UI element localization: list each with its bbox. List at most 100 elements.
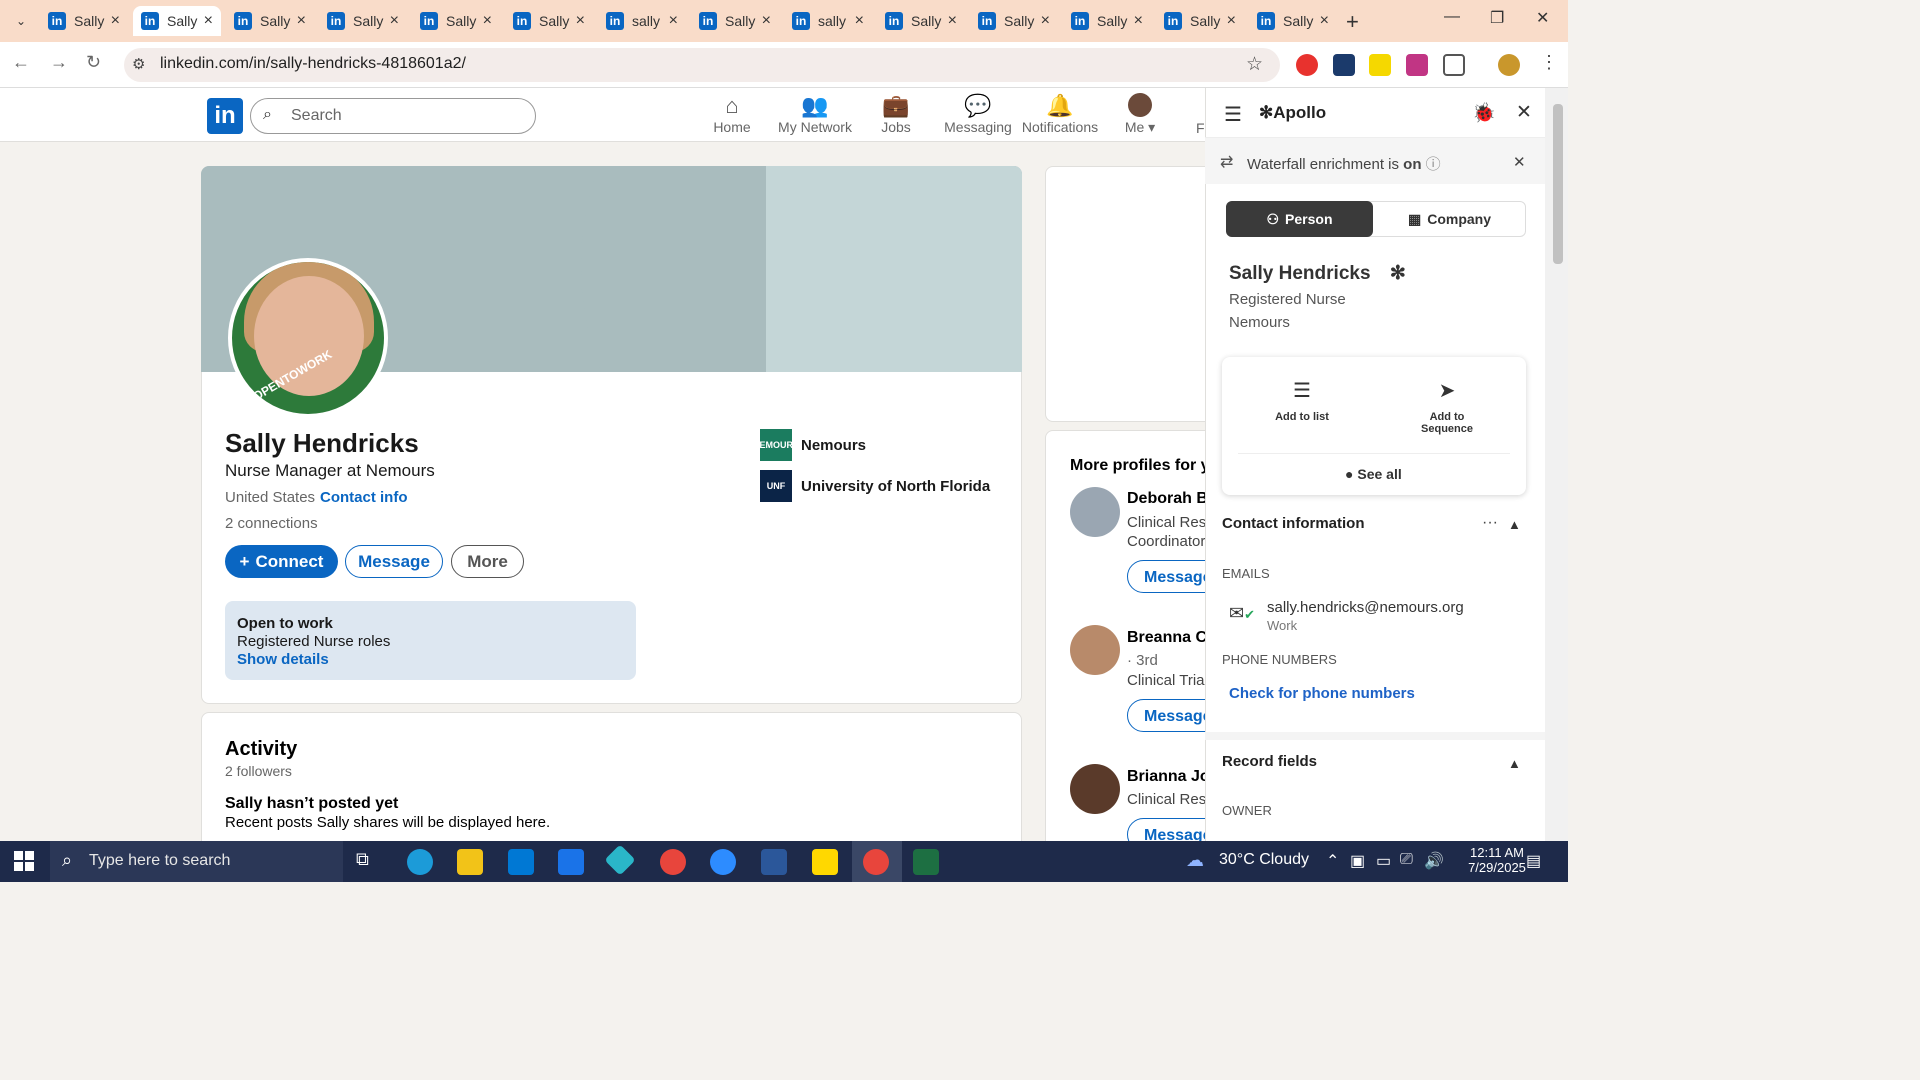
browser-tab[interactable]: in sally × [598,6,686,36]
browser-tab[interactable]: in Sally × [1063,6,1151,36]
close-window-button[interactable]: ✕ [1536,8,1549,28]
bug-icon[interactable]: 🐞 [1472,101,1496,125]
avatar[interactable] [1070,487,1120,537]
check-phone-link[interactable]: Check for phone numbers [1229,685,1415,702]
tab-search-icon[interactable]: ⌄ [10,10,32,32]
excel-icon[interactable] [913,849,939,875]
nav-home[interactable]: ⌂ Home [692,93,772,135]
browser-tab[interactable]: in Sally × [505,6,593,36]
connect-button[interactable]: + Connect [225,545,338,578]
tab-close-icon[interactable]: × [390,12,399,30]
nav-me[interactable]: Me ▾ [1100,93,1180,136]
browser-tab[interactable]: in Sally × [319,6,407,36]
clock[interactable]: 12:11 AM 7/29/2025 [1462,845,1532,875]
nav-jobs[interactable]: 💼 Jobs [856,93,936,135]
nav-my-network[interactable]: 👥 My Network [775,93,855,135]
more-button[interactable]: More [451,545,524,578]
hamburger-icon[interactable]: ☰ [1224,102,1242,127]
collapse-icon[interactable]: ▲ [1508,517,1521,532]
more-options-icon[interactable]: ··· [1482,514,1498,532]
close-icon[interactable]: ✕ [1516,101,1532,124]
tab-close-icon[interactable]: × [1320,12,1329,30]
tab-close-icon[interactable]: × [1227,12,1236,30]
extension-icon[interactable] [1333,54,1355,76]
browser-tab[interactable]: in Sally × [40,6,128,36]
back-icon[interactable]: ← [12,52,30,73]
tab-close-icon[interactable]: × [483,12,492,30]
profile-avatar-icon[interactable] [1498,54,1520,76]
extension-icon[interactable] [1406,54,1428,76]
chrome-icon[interactable] [863,849,889,875]
search-input[interactable]: ⌕ Search [250,98,536,134]
site-info-icon[interactable]: ⚙ [132,55,145,73]
mail-icon[interactable] [558,849,584,875]
edge-icon[interactable] [407,849,433,875]
collapse-icon[interactable]: ▲ [1508,756,1521,771]
file-explorer-icon[interactable] [457,849,483,875]
browser-tab[interactable]: in Sally × [226,6,314,36]
tab-close-icon[interactable]: × [576,12,585,30]
org-unf[interactable]: UNF University of North Florida [760,470,990,502]
email-value[interactable]: sally.hendricks@nemours.org [1267,599,1464,616]
weather-icon[interactable]: ☁ [1186,850,1204,871]
browser-tab[interactable]: in Sally × [133,6,221,36]
forward-icon[interactable]: → [50,52,68,73]
reload-icon[interactable]: ↻ [86,52,101,73]
tab-close-icon[interactable]: × [297,12,306,30]
word-icon[interactable] [761,849,787,875]
extension-icon[interactable] [1296,54,1318,76]
browser-tab[interactable]: in Sally × [691,6,779,36]
tab-close-icon[interactable]: × [855,12,864,30]
menu-kebab-icon[interactable]: ⋮ [1540,52,1558,73]
tab-close-icon[interactable]: × [204,12,213,30]
add-to-list-button[interactable]: ☰ Add to list [1262,378,1342,423]
contact-info-link[interactable]: Contact info [320,489,408,506]
zoom-icon[interactable] [710,849,736,875]
tab-close-icon[interactable]: × [111,12,120,30]
see-all-button[interactable]: ● See all [1345,466,1402,482]
windows-start-icon[interactable] [14,851,34,871]
show-details-link[interactable]: Show details [237,651,329,668]
store-icon[interactable] [508,849,534,875]
nav-notifications[interactable]: 🔔 Notifications [1020,93,1100,135]
chrome-icon[interactable] [660,849,686,875]
close-banner-icon[interactable]: ✕ [1513,153,1526,171]
tab-close-icon[interactable]: × [669,12,678,30]
task-view-icon[interactable]: ⧉ [356,849,382,875]
browser-tab[interactable]: in Sally × [877,6,965,36]
browser-tab[interactable]: in sally × [784,6,872,36]
tab-close-icon[interactable]: × [948,12,957,30]
avatar[interactable] [1070,625,1120,675]
browser-tab[interactable]: in Sally × [1249,6,1337,36]
browser-tab[interactable]: in Sally × [1156,6,1244,36]
browser-tab[interactable]: in Sally × [970,6,1058,36]
browser-tab[interactable]: in Sally × [412,6,500,36]
linkedin-logo[interactable]: in [207,98,243,134]
minimize-button[interactable]: — [1444,8,1460,26]
tray-chevron-icon[interactable]: ⌃ [1326,851,1339,871]
volume-icon[interactable]: 🔊 [1424,851,1444,871]
profile-suggestion-name[interactable]: Deborah B [1127,490,1208,508]
new-tab-button[interactable]: + [1346,9,1359,35]
tab-close-icon[interactable]: × [1134,12,1143,30]
url-text[interactable]: linkedin.com/in/sally-hendricks-4818601a… [160,55,466,73]
network-icon[interactable]: ⎚ [1400,851,1413,869]
profile-photo[interactable]: #OPENTOWORK [228,258,388,418]
taskbar-search[interactable]: ⌕ Type here to search [50,841,343,882]
scrollbar-thumb[interactable] [1553,104,1563,264]
message-button[interactable]: Message [345,545,443,578]
tab-close-icon[interactable]: × [1041,12,1050,30]
profile-suggestion-name[interactable]: Brianna Jo [1127,768,1210,786]
maximize-button[interactable]: ❐ [1490,8,1504,28]
org-nemours[interactable]: NEMOURS Nemours [753,429,866,461]
nav-messaging[interactable]: 💬 Messaging [938,93,1018,135]
tab-company[interactable]: ▦ Company [1373,201,1526,237]
bookmark-star-icon[interactable]: ☆ [1246,53,1263,76]
tab-close-icon[interactable]: × [762,12,771,30]
avatar[interactable] [1070,764,1120,814]
battery-icon[interactable]: ▭ [1376,851,1391,871]
apollo-extension-icon[interactable] [1369,54,1391,76]
tray-app-icon[interactable]: ▣ [1350,851,1365,871]
sticky-notes-icon[interactable] [812,849,838,875]
weather-text[interactable]: 30°C Cloudy [1219,851,1309,869]
